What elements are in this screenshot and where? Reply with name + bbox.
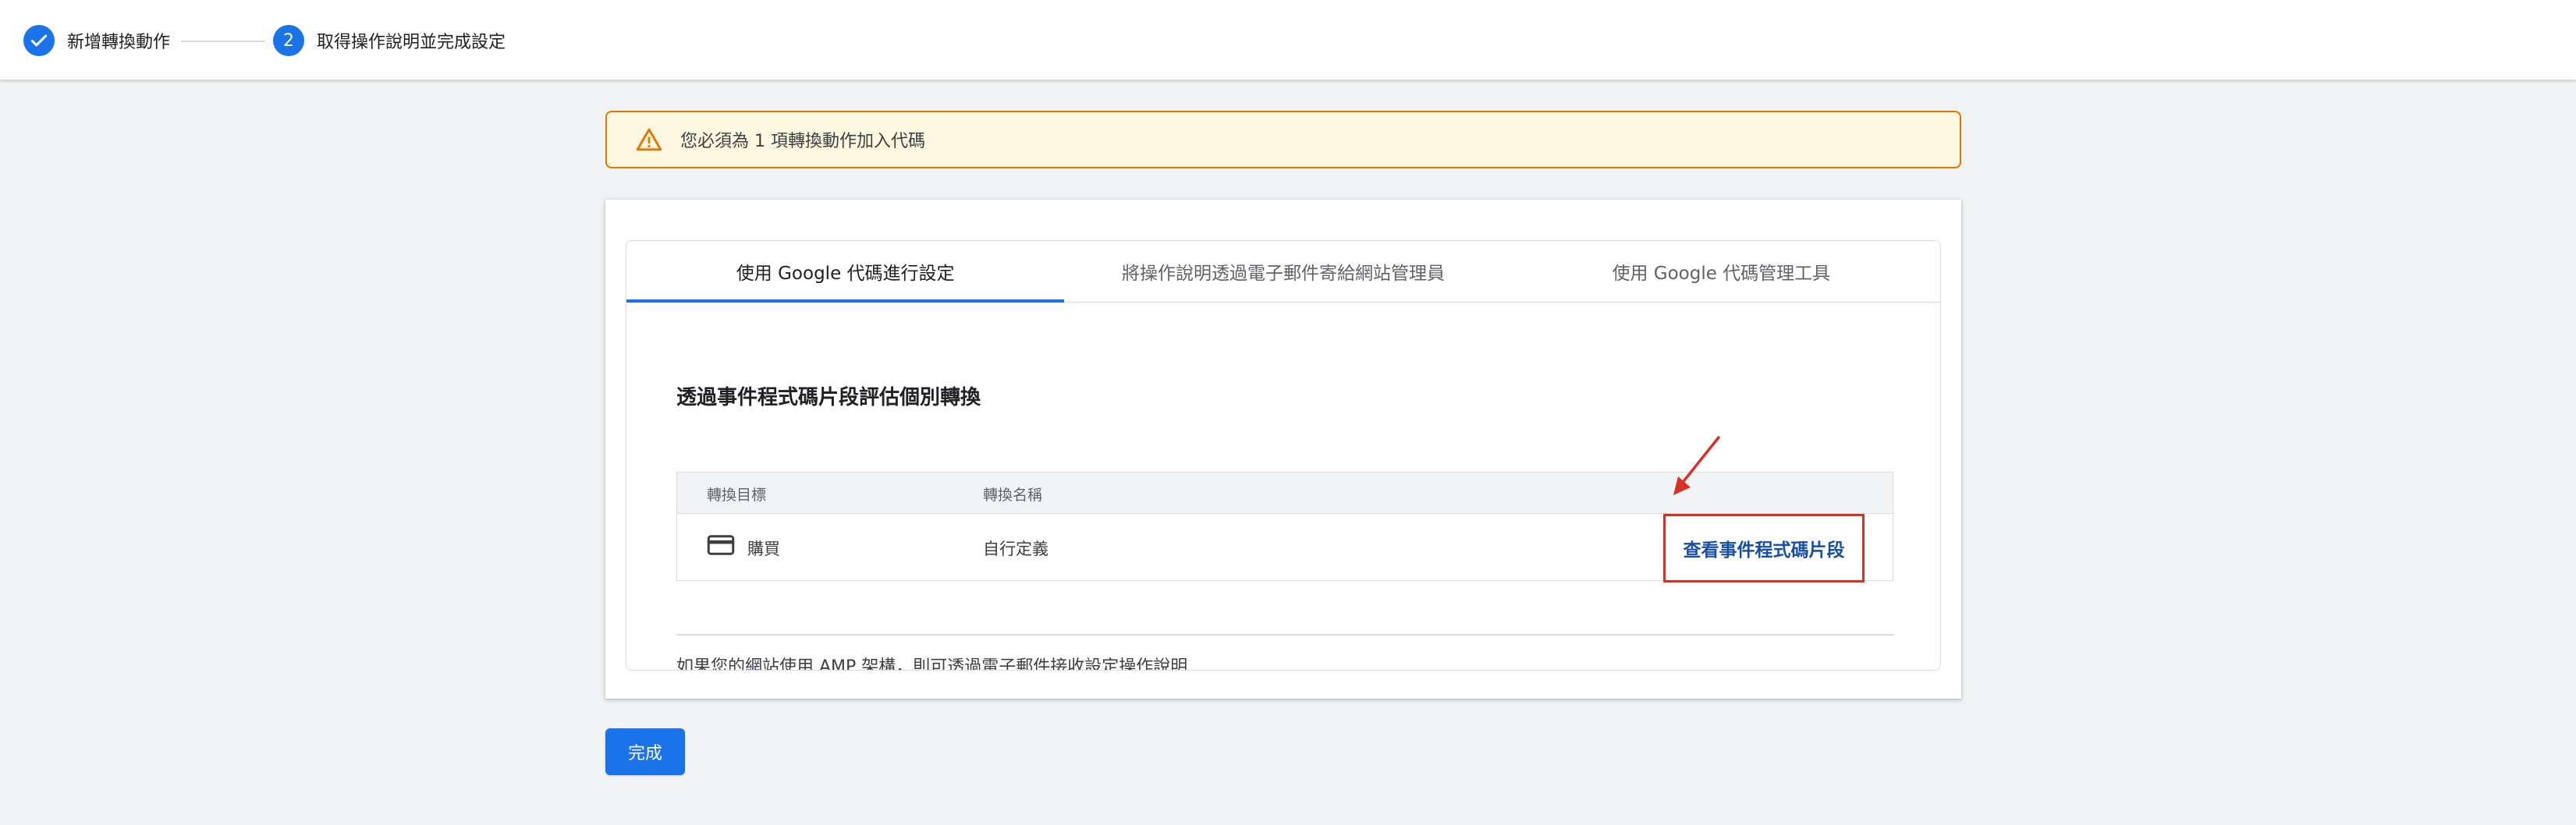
- setup-card: 使用 Google 代碼進行設定 將操作說明透過電子郵件寄給網站管理員 使用 G…: [605, 200, 1961, 699]
- view-event-snippet-link[interactable]: 查看事件程式碼片段: [1684, 535, 1845, 561]
- tab-google-tag[interactable]: 使用 Google 代碼進行設定: [626, 241, 1065, 303]
- conversion-name: 自行定義: [983, 540, 1048, 558]
- highlight-box: 查看事件程式碼片段: [1663, 514, 1865, 582]
- tab-bar: 使用 Google 代碼進行設定 將操作說明透過電子郵件寄給網站管理員 使用 G…: [626, 241, 1940, 303]
- conversion-goal: 購買: [747, 540, 780, 558]
- check-icon: [23, 25, 55, 56]
- step-connector: [181, 41, 265, 42]
- amp-note: 如果您的網站使用 AMP 架構，則可透過電子郵件接收設定操作說明: [676, 657, 1188, 671]
- step-1-label: 新增轉換動作: [67, 33, 171, 52]
- step-2-number: 2: [273, 25, 304, 56]
- warning-banner: 您必須為 1 項轉換動作加入代碼: [605, 111, 1961, 168]
- step-2: 2 取得操作說明並完成設定: [273, 24, 506, 57]
- tab-email-instructions[interactable]: 將操作說明透過電子郵件寄給網站管理員: [1064, 241, 1502, 302]
- annotation-arrow-icon: [1673, 436, 1720, 495]
- section-title: 透過事件程式碼片段評估個別轉換: [676, 386, 981, 409]
- step-1: 新增轉換動作: [23, 24, 170, 57]
- step-2-label: 取得操作說明並完成設定: [317, 33, 506, 52]
- warning-text: 您必須為 1 項轉換動作加入代碼: [680, 132, 925, 151]
- divider: [676, 634, 1893, 636]
- column-header-name: 轉換名稱: [983, 487, 1043, 504]
- warning-icon: [636, 128, 662, 151]
- column-header-goal: 轉換目標: [707, 487, 767, 504]
- setup-panel: 使用 Google 代碼進行設定 將操作說明透過電子郵件寄給網站管理員 使用 G…: [626, 240, 1941, 671]
- table-row: 購買 自行定義 查看事件程式碼片段: [677, 514, 1893, 582]
- stepper-header: 新增轉換動作 2 取得操作說明並完成設定: [0, 0, 2576, 80]
- credit-card-icon: [707, 535, 735, 555]
- tab-google-tag-manager[interactable]: 使用 Google 代碼管理工具: [1503, 241, 1940, 302]
- done-button[interactable]: 完成: [605, 728, 685, 775]
